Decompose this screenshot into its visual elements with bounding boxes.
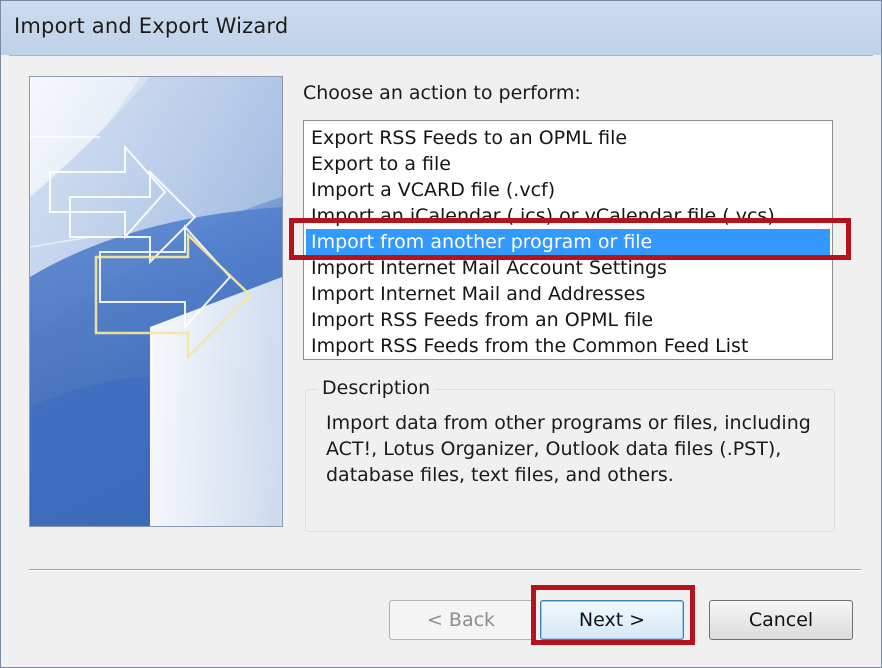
action-option[interactable]: Import a VCARD file (.vcf) [306, 177, 830, 203]
next-button[interactable]: Next > [540, 600, 684, 640]
description-text: Import data from other programs or files… [326, 412, 811, 486]
action-listbox[interactable]: Export RSS Feeds to an OPML file Export … [303, 120, 833, 360]
arrows-artwork [30, 77, 282, 526]
import-export-wizard-window: Import and Export Wizard Choose an actio… [0, 0, 882, 668]
back-button[interactable]: < Back [389, 600, 533, 640]
action-option[interactable]: Import Internet Mail and Addresses [306, 281, 830, 307]
window-title: Import and Export Wizard [14, 14, 289, 38]
action-option[interactable]: Import Internet Mail Account Settings [306, 255, 830, 281]
action-prompt-label: Choose an action to perform: [303, 82, 581, 104]
action-option[interactable]: Export to a file [306, 151, 830, 177]
description-group: Description Import data from other progr… [305, 377, 835, 532]
action-option-selected[interactable]: Import from another program or file [306, 229, 830, 255]
action-option[interactable]: Import an iCalendar (.ics) or vCalendar … [306, 203, 830, 229]
title-bar[interactable]: Import and Export Wizard [1, 1, 881, 55]
button-separator [29, 569, 861, 571]
action-option[interactable]: Import RSS Feeds from an OPML file [306, 307, 830, 333]
cancel-button[interactable]: Cancel [709, 600, 853, 640]
wizard-arrows-illustration [29, 76, 283, 527]
action-option[interactable]: Export RSS Feeds to an OPML file [306, 125, 830, 151]
wizard-client-area: Choose an action to perform: Export RSS … [9, 55, 873, 662]
action-option[interactable]: Import RSS Feeds from the Common Feed Li… [306, 333, 830, 359]
description-label: Description [318, 377, 435, 399]
